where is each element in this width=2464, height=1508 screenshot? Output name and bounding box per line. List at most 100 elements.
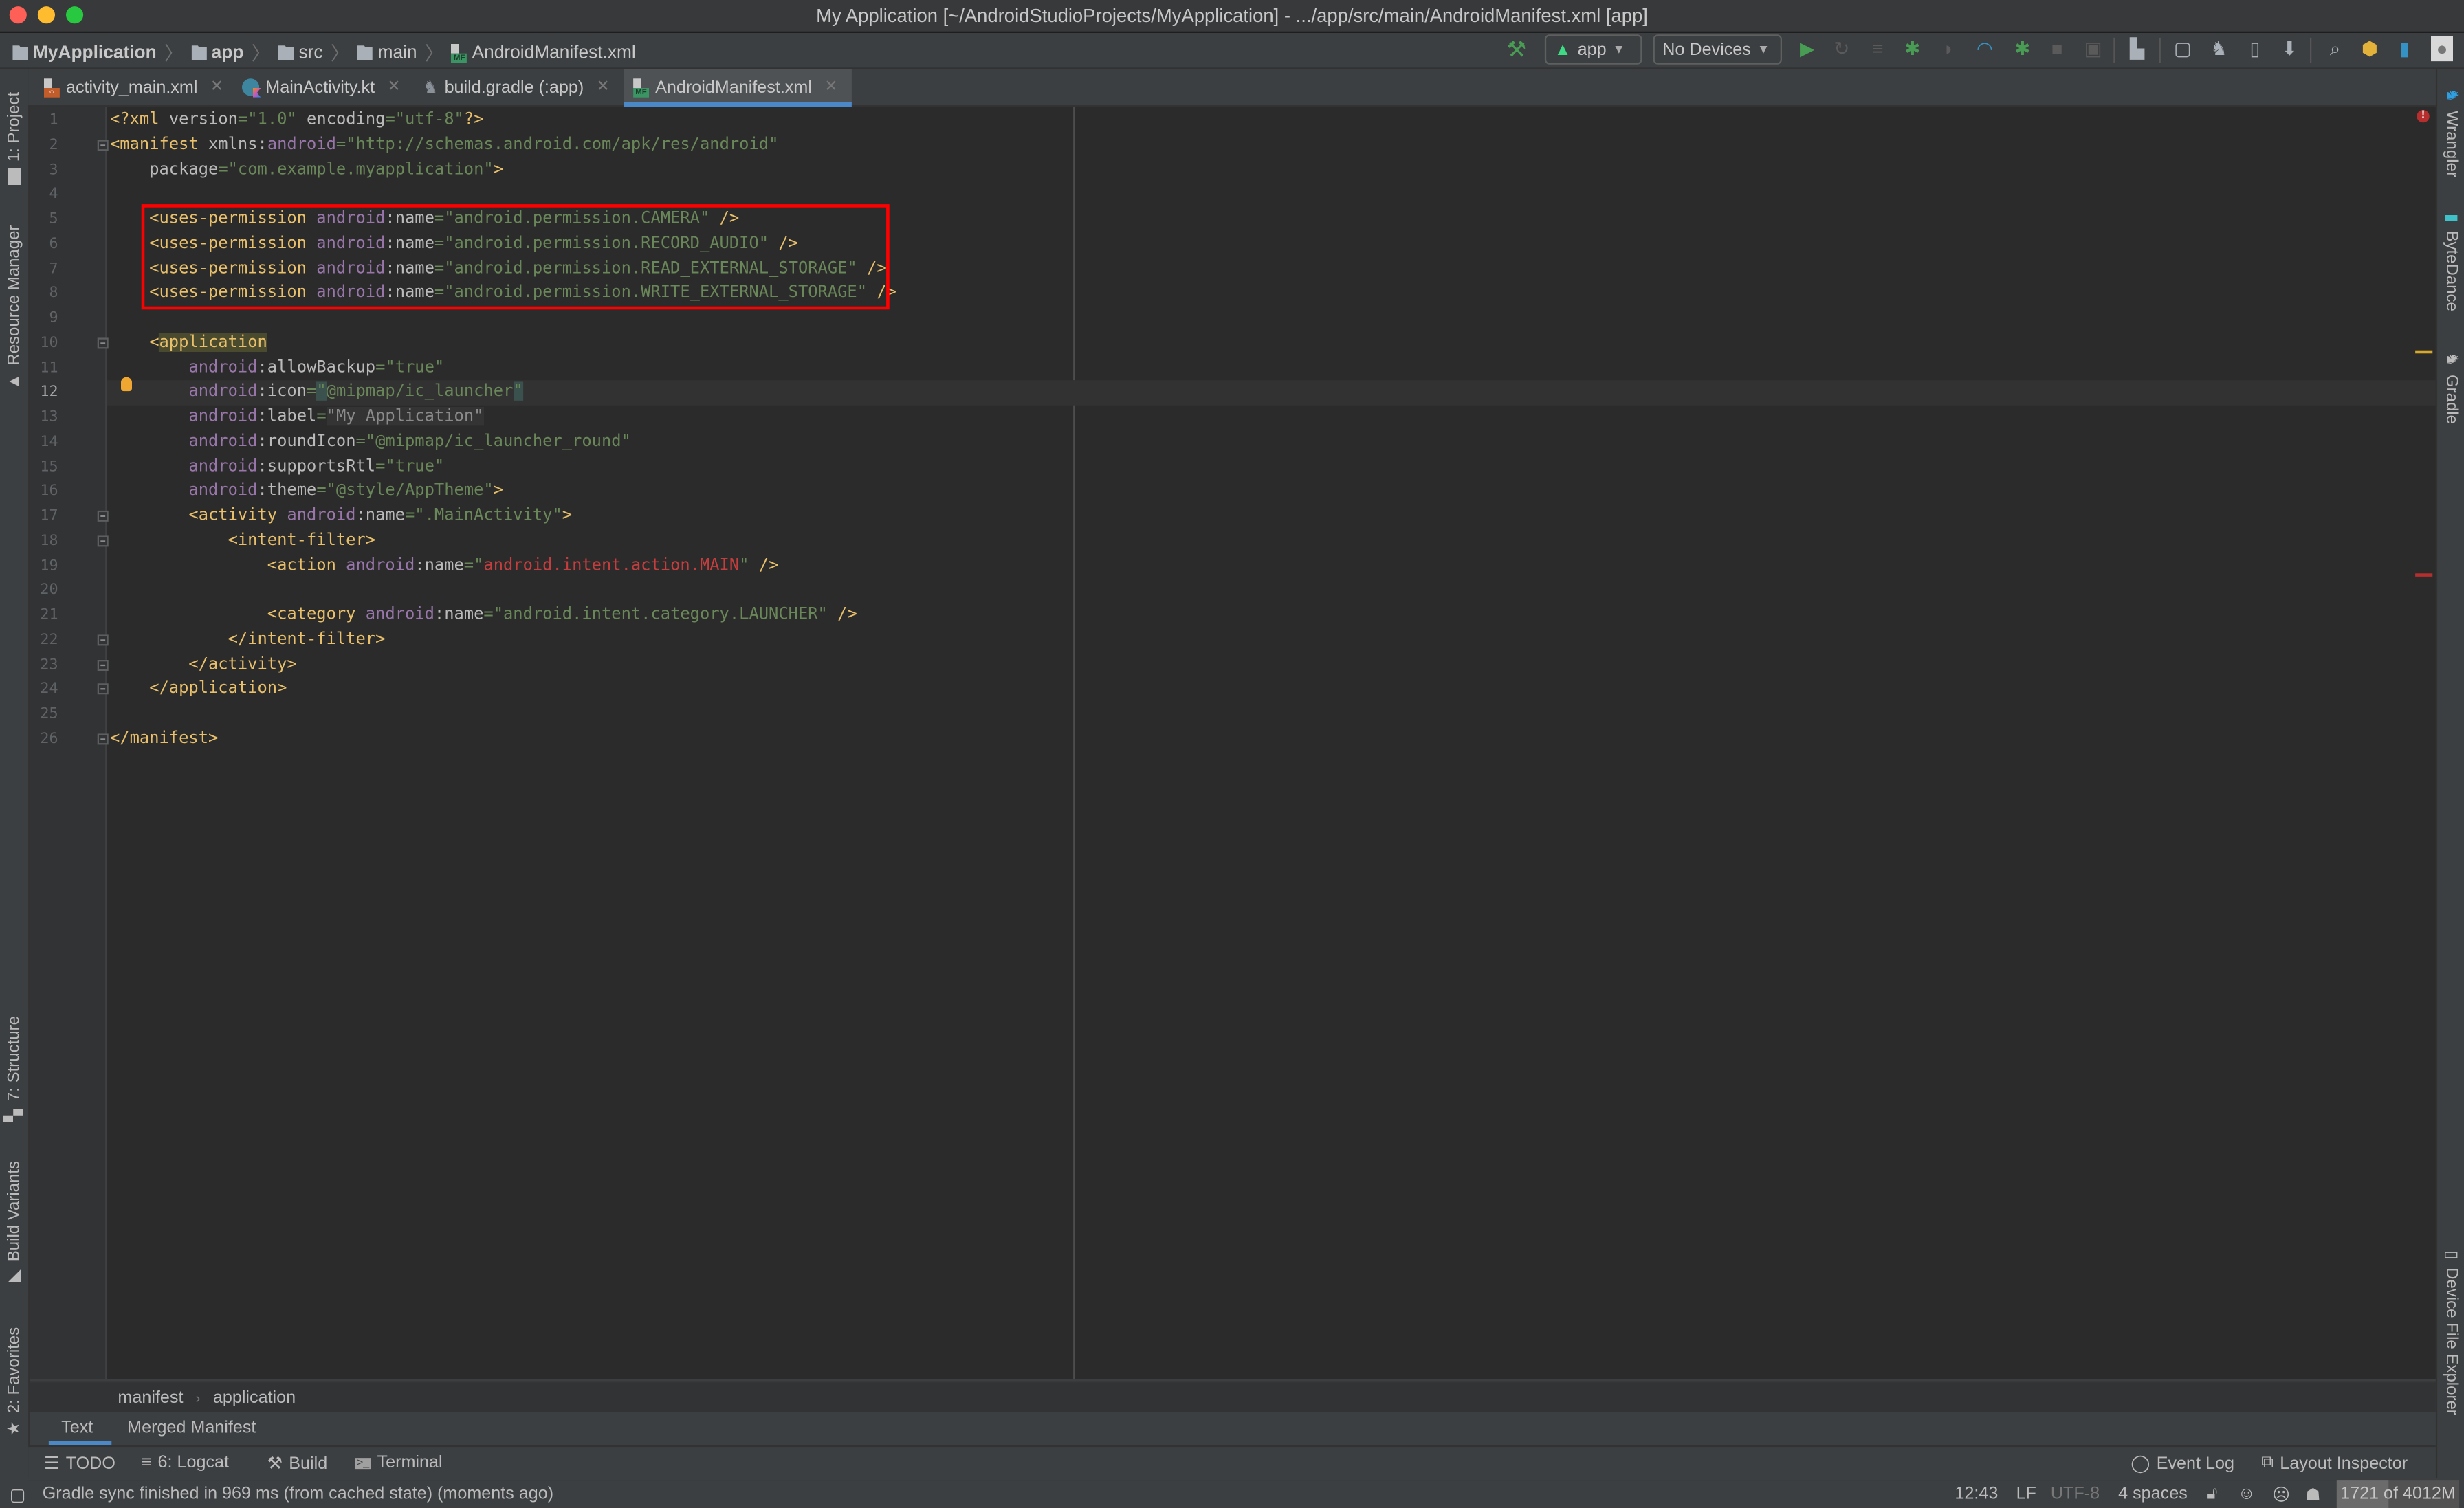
plugin-icon[interactable]: ⬢ [2359, 38, 2381, 60]
tool-window-project[interactable]: ▇ 1: Project [5, 92, 23, 186]
lock-open-icon[interactable]: 🔓︎ [2206, 1485, 2217, 1505]
tab-text[interactable]: Text [61, 1419, 93, 1437]
run-config-select[interactable]: ▲ app ▼ [1544, 34, 1642, 65]
tab-android-manifest-xml[interactable]: AndroidManifest.xml ✕ [624, 69, 852, 107]
sad-feedback-icon[interactable]: ☹ [2272, 1485, 2290, 1505]
caret-position[interactable]: 12:43 [1955, 1485, 1998, 1503]
toggle-tool-windows-icon[interactable]: ▢ [10, 1485, 26, 1505]
code-line[interactable]: </application> [110, 678, 287, 701]
sync-gradle-icon[interactable]: ♞ [2208, 38, 2230, 60]
code-line[interactable]: <action android:name="android.intent.act… [110, 554, 779, 577]
error-indicator-icon[interactable]: ! [2417, 109, 2430, 123]
file-encoding[interactable]: UTF-8 [2051, 1485, 2100, 1503]
fold-toggle-icon[interactable] [97, 634, 109, 646]
code-line[interactable]: </activity> [110, 653, 297, 676]
line-number[interactable]: 3 [30, 161, 58, 178]
apply-changes-icon[interactable]: ↻ [1831, 38, 1853, 60]
fold-toggle-icon[interactable] [97, 139, 109, 151]
code-line[interactable]: <intent-filter> [110, 529, 375, 553]
line-number[interactable]: 20 [30, 582, 58, 599]
happy-feedback-icon[interactable]: ☺ [2238, 1485, 2256, 1503]
code-editor[interactable]: 1 2 3 4 5 6 7 8 9 10 11 12 13 14 15 16 17 18 19 20 21 22 23 24 2… [30, 107, 2436, 1379]
error-marker[interactable] [2415, 573, 2433, 577]
user-icon[interactable]: ● [2430, 36, 2453, 62]
avd-manager-sdk-icon[interactable]: ▣ [2082, 38, 2104, 60]
tab-activity-main-xml[interactable]: activity_main.xml ✕ [34, 69, 232, 106]
run-with-coverage-icon[interactable]: ◗ [1937, 38, 1959, 60]
tab-build-gradle[interactable]: ♞ build.gradle (:app) ✕ [413, 69, 619, 106]
tool-window-todo[interactable]: ☰ TODO [44, 1453, 116, 1474]
code-line[interactable]: <manifest xmlns:android="http://schemas.… [110, 133, 778, 157]
stop-icon[interactable]: ■ [2046, 38, 2068, 60]
code-line[interactable]: package="com.example.myapplication"> [110, 158, 503, 181]
code-line[interactable]: android:roundIcon="@mipmap/ic_launcher_r… [110, 430, 631, 454]
line-number[interactable]: 2 [30, 136, 58, 153]
line-separator[interactable]: LF [2016, 1485, 2036, 1503]
project-structure-icon[interactable]: ▙ [2126, 38, 2148, 60]
line-number[interactable]: 10 [30, 334, 58, 351]
close-tab-icon[interactable]: ✕ [387, 78, 400, 96]
tool-window-structure[interactable]: ▚ 7: Structure [5, 1016, 23, 1122]
line-number[interactable]: 9 [30, 309, 58, 326]
bytedance-icon[interactable]: ▮ [2393, 38, 2415, 60]
status-message[interactable]: Gradle sync finished in 969 ms (from cac… [43, 1485, 553, 1503]
code-line[interactable]: android:theme="@style/AppTheme"> [110, 480, 503, 503]
close-tab-icon[interactable]: ✕ [210, 78, 223, 96]
tool-window-event-log[interactable]: ◯ Event Log [2131, 1453, 2234, 1474]
breadcrumb-module[interactable]: app [212, 43, 244, 62]
line-number[interactable]: 25 [30, 706, 58, 723]
line-number[interactable]: 4 [30, 186, 58, 203]
code-line[interactable]: android:label="My Application" [110, 406, 483, 429]
fold-toggle-icon[interactable] [97, 337, 109, 349]
line-number[interactable]: 23 [30, 656, 58, 674]
line-number[interactable]: 24 [30, 681, 58, 698]
editor-breadcrumb-application[interactable]: application [213, 1388, 296, 1406]
breadcrumb-project[interactable]: MyApplication [33, 43, 157, 62]
line-number[interactable]: 17 [30, 508, 58, 525]
code-line[interactable]: <category android:name="android.intent.c… [110, 603, 857, 627]
apply-code-changes-icon[interactable]: ≡ [1867, 38, 1889, 60]
fold-toggle-icon[interactable] [97, 535, 109, 547]
line-number[interactable]: 14 [30, 434, 58, 451]
code-line[interactable]: <activity android:name=".MainActivity"> [110, 504, 572, 528]
indent-setting[interactable]: 4 spaces [2118, 1485, 2188, 1503]
tab-merged-manifest[interactable]: Merged Manifest [127, 1419, 256, 1437]
inspector-hat-icon[interactable]: ☗ [2305, 1485, 2321, 1505]
tool-window-device-file-explorer[interactable]: ▯ Device File Explorer [2442, 1250, 2461, 1415]
tool-window-terminal[interactable]: >_ Terminal [355, 1453, 443, 1472]
breadcrumb-main[interactable]: main [378, 43, 417, 62]
tool-window-resource-manager[interactable]: ▲ Resource Manager [5, 225, 23, 390]
memory-indicator[interactable]: 1721 of 4012M [2336, 1480, 2460, 1508]
search-everywhere-icon[interactable]: ⌕ [2324, 37, 2346, 60]
line-number[interactable]: 22 [30, 632, 58, 649]
fold-toggle-icon[interactable] [97, 511, 109, 522]
breadcrumb-src[interactable]: src [298, 43, 322, 62]
avd-manager-icon[interactable]: ▢ [2172, 38, 2194, 60]
code-line[interactable]: android:allowBackup="true" [110, 356, 444, 379]
line-number[interactable]: 7 [30, 260, 58, 277]
line-number[interactable]: 26 [30, 731, 58, 748]
line-number[interactable]: 18 [30, 533, 58, 550]
tool-window-wrangler[interactable]: ♞ Wrangler [2442, 88, 2461, 177]
line-number[interactable]: 19 [30, 557, 58, 575]
line-number[interactable]: 1 [30, 111, 58, 129]
tool-window-logcat[interactable]: ≡ 6: Logcat [142, 1453, 229, 1472]
lightbulb-intention-icon[interactable] [120, 377, 132, 392]
tool-window-layout-inspector[interactable]: ⧉ Layout Inspector [2261, 1453, 2408, 1474]
close-tab-icon[interactable]: ✕ [824, 78, 837, 96]
tab-main-activity-kt[interactable]: MainActivity.kt ✕ [232, 69, 410, 106]
editor-breadcrumb-manifest[interactable]: manifest [118, 1388, 183, 1406]
line-number[interactable]: 8 [30, 285, 58, 302]
code-line[interactable]: android:icon="@mipmap/ic_launcher" [110, 381, 523, 404]
device-select[interactable]: No Devices ▼ [1653, 34, 1782, 65]
line-number[interactable]: 11 [30, 359, 58, 376]
tool-window-bytedance[interactable]: ▮ ByteDance [2442, 214, 2461, 311]
fold-toggle-icon[interactable] [97, 659, 109, 671]
attach-debugger-icon[interactable]: ✱ [2012, 38, 2034, 60]
line-number[interactable]: 13 [30, 409, 58, 426]
line-number[interactable]: 6 [30, 235, 58, 252]
debug-icon[interactable]: ✱ [1902, 38, 1924, 60]
line-number[interactable]: 5 [30, 210, 58, 228]
make-project-icon[interactable]: ⚒ [1506, 35, 1528, 60]
close-tab-icon[interactable]: ✕ [597, 78, 610, 96]
